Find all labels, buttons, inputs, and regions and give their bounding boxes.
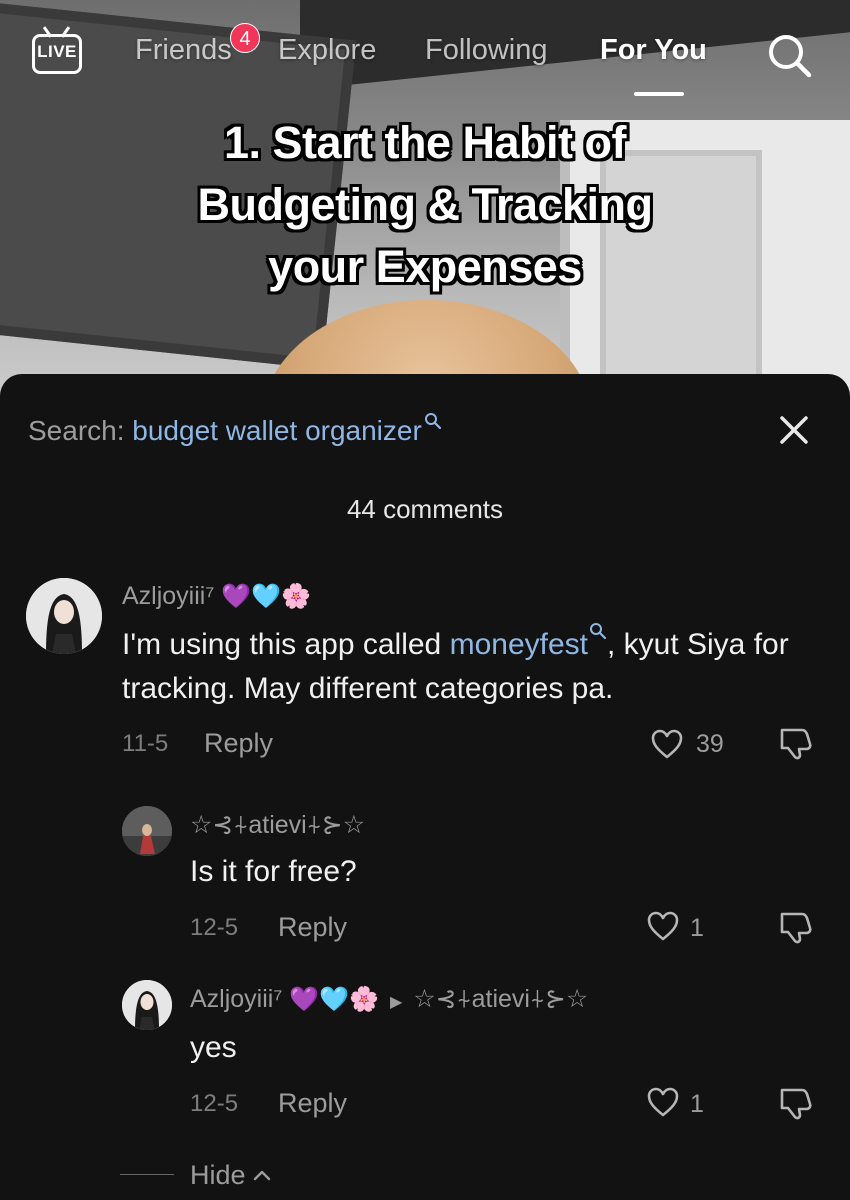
avatar-image: [122, 806, 172, 856]
tab-for-you[interactable]: For You: [600, 34, 707, 67]
comment-username[interactable]: Azljoyiii⁷ 💜🩵🌸: [122, 582, 311, 611]
tab-explore[interactable]: Explore: [278, 34, 376, 67]
caption-line: Budgeting & Tracking: [197, 179, 653, 230]
top-navigation: LIVE Friends 4 Explore Following For You: [0, 0, 850, 110]
caption-line: your Expenses: [268, 241, 582, 292]
comment-date: 12-5: [190, 914, 239, 941]
comment-text: I'm using this app called moneyfest , ky…: [122, 622, 822, 711]
heart-icon: [647, 1087, 679, 1117]
comment-text-start: I'm using this app called: [122, 628, 450, 661]
search-term-link[interactable]: budget wallet organizer: [132, 415, 422, 446]
username-emojis: 💜🩵🌸: [221, 583, 312, 610]
hide-divider: [120, 1174, 174, 1175]
comment-date: 12-5: [190, 1090, 239, 1117]
reply-text: yes: [190, 1031, 237, 1064]
thumbs-down-icon: [780, 912, 812, 944]
like-button[interactable]: [646, 1086, 680, 1118]
like-count: 1: [690, 1090, 704, 1118]
friends-notification-badge: 4: [230, 23, 260, 53]
heart-icon: [651, 729, 683, 759]
reply-button[interactable]: Reply: [278, 912, 347, 943]
close-button[interactable]: [776, 412, 812, 448]
related-search[interactable]: Search: budget wallet organizer: [28, 412, 442, 447]
chevron-up-icon: [253, 1170, 271, 1181]
reply-button[interactable]: Reply: [204, 728, 273, 759]
search-icon: [769, 35, 812, 78]
video-caption: 1. Start the Habit of Budgeting & Tracki…: [100, 112, 750, 298]
reply-username[interactable]: Azljoyiii⁷ 💜🩵🌸 ▶ ☆⊰⍭atievi⍭⊱☆: [190, 984, 588, 1014]
username-text: Azljoyiii⁷: [190, 985, 283, 1013]
reply-arrow-icon: ▶: [389, 994, 403, 1011]
dislike-button[interactable]: [778, 1086, 814, 1120]
caption-line: 1. Start the Habit of: [223, 117, 627, 168]
live-button[interactable]: LIVE: [32, 26, 88, 76]
hide-label: Hide: [190, 1160, 246, 1190]
dislike-button[interactable]: [778, 910, 814, 944]
reply-button[interactable]: Reply: [278, 1088, 347, 1119]
small-search-icon: [589, 623, 607, 640]
hide-replies-button[interactable]: Hide: [190, 1160, 271, 1191]
heart-icon: [647, 911, 679, 941]
username-text: Azljoyiii⁷: [122, 582, 215, 610]
active-tab-indicator: [634, 92, 684, 96]
comments-sheet: Search: budget wallet organizer 44 comme…: [0, 374, 850, 1200]
reply-text: Is it for free?: [190, 855, 357, 888]
reply-username[interactable]: ☆⊰⍭atievi⍭⊱☆: [190, 810, 365, 840]
avatar-image: [26, 578, 102, 654]
moneyfest-search-link[interactable]: moneyfest: [450, 628, 588, 661]
like-count: 1: [690, 914, 704, 942]
search-prefix: Search:: [28, 415, 133, 446]
dislike-button[interactable]: [778, 726, 814, 760]
avatar-image: [122, 980, 172, 1030]
comment-date: 11-5: [122, 730, 169, 757]
reply-to-username: ☆⊰⍭atievi⍭⊱☆: [413, 985, 589, 1013]
avatar[interactable]: [122, 806, 172, 856]
avatar[interactable]: [122, 980, 172, 1030]
username-emojis: 💜🩵🌸: [289, 986, 380, 1013]
like-button[interactable]: [646, 910, 680, 942]
like-button[interactable]: [650, 728, 684, 760]
avatar[interactable]: [26, 578, 102, 654]
thumbs-down-icon: [780, 728, 812, 760]
tab-following[interactable]: Following: [425, 34, 548, 67]
comment-count: 44 comments: [346, 494, 504, 524]
live-label: LIVE: [37, 42, 77, 61]
tab-friends[interactable]: Friends: [135, 34, 232, 67]
search-button[interactable]: [766, 32, 812, 78]
like-count: 39: [696, 730, 724, 758]
small-search-icon: [424, 413, 441, 430]
thumbs-down-icon: [780, 1088, 812, 1120]
close-icon: [780, 416, 808, 444]
